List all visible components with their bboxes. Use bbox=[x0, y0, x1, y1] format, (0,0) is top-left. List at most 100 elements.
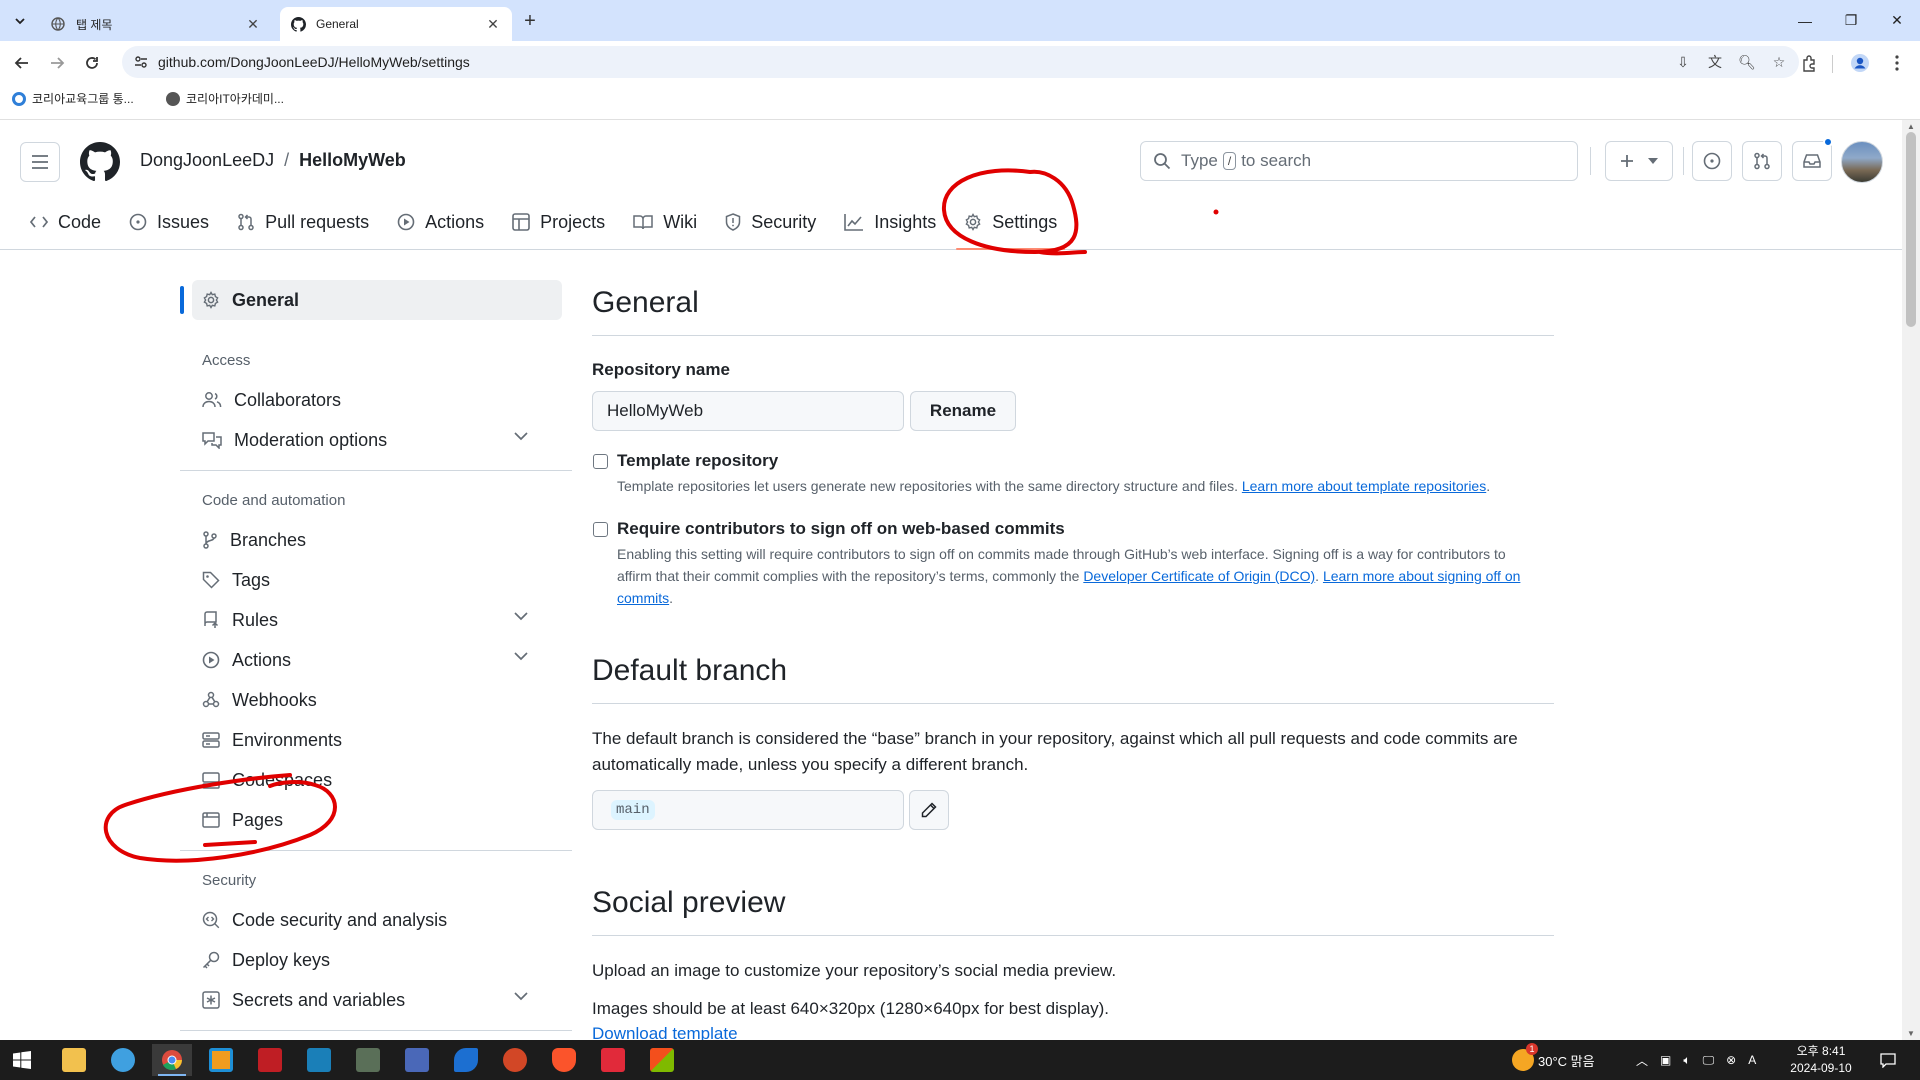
tab-wiki[interactable]: Wiki bbox=[621, 202, 709, 242]
site-info-icon[interactable] bbox=[130, 51, 152, 73]
translate-icon[interactable]: 文 bbox=[1705, 52, 1725, 72]
sidebar-item-moderation-options[interactable]: Moderation options bbox=[192, 420, 562, 460]
sidebar-item-secrets-variables[interactable]: Secrets and variables bbox=[192, 980, 562, 1020]
repo-name-link[interactable]: HelloMyWeb bbox=[299, 150, 406, 171]
sidebar-item-environments[interactable]: Environments bbox=[192, 720, 562, 760]
app-icon-orange[interactable] bbox=[201, 1044, 241, 1076]
app-icon-network[interactable] bbox=[397, 1044, 437, 1076]
weather-badge: 1 bbox=[1526, 1043, 1538, 1055]
tray-close-circle-icon[interactable]: ⊗ bbox=[1726, 1053, 1736, 1067]
repo-owner-link[interactable]: DongJoonLeeDJ bbox=[140, 150, 274, 171]
profile-icon[interactable] bbox=[1848, 51, 1872, 75]
taskbar-clock[interactable]: 오후 8:41 2024-09-10 bbox=[1786, 1043, 1856, 1077]
address-bar[interactable]: github.com/DongJoonLeeDJ/HelloMyWeb/sett… bbox=[122, 46, 1799, 78]
app-icon-teal[interactable] bbox=[299, 1044, 339, 1076]
pull-requests-button[interactable] bbox=[1742, 141, 1782, 181]
close-tab-icon[interactable]: ✕ bbox=[244, 15, 262, 33]
sidebar-item-webhooks[interactable]: Webhooks bbox=[192, 680, 562, 720]
sidebar-item-label: Codespaces bbox=[232, 769, 333, 790]
app-icon-image[interactable] bbox=[348, 1044, 388, 1076]
brave-icon[interactable] bbox=[544, 1044, 584, 1076]
sidebar-item-actions[interactable]: Actions bbox=[192, 640, 562, 680]
github-icon bbox=[290, 16, 306, 32]
extensions-icon[interactable] bbox=[1797, 51, 1821, 75]
issues-button[interactable] bbox=[1692, 141, 1732, 181]
tag-icon bbox=[202, 571, 220, 589]
tray-device-icon[interactable]: ▣ bbox=[1660, 1053, 1671, 1067]
bookmark-star-icon[interactable]: ☆ bbox=[1769, 52, 1789, 72]
browser-tab-2[interactable]: General ✕ bbox=[280, 7, 512, 41]
filezilla-icon[interactable] bbox=[250, 1044, 290, 1076]
tab-settings[interactable]: Settings bbox=[952, 202, 1069, 250]
browser-tab-1[interactable]: 탭 제목 ✕ bbox=[40, 7, 272, 41]
close-window-button[interactable]: ✕ bbox=[1874, 0, 1920, 41]
tab-label: Pull requests bbox=[265, 211, 370, 232]
chrome-icon[interactable] bbox=[152, 1044, 192, 1076]
inbox-button[interactable] bbox=[1792, 141, 1832, 181]
template-repo-title: Template repository bbox=[617, 451, 779, 470]
scroll-up-icon[interactable]: ▲ bbox=[1907, 122, 1915, 131]
start-button[interactable] bbox=[2, 1044, 42, 1076]
sidebar-item-label: Rules bbox=[232, 609, 279, 630]
signoff-checkbox[interactable] bbox=[593, 522, 608, 537]
network-icon[interactable]: 🖵 bbox=[1703, 1053, 1715, 1068]
tab-insights[interactable]: Insights bbox=[832, 202, 948, 242]
back-button[interactable] bbox=[9, 50, 35, 76]
tab-issues[interactable]: Issues bbox=[117, 202, 221, 242]
sidebar-item-general[interactable]: General bbox=[192, 280, 562, 320]
minimize-button[interactable]: — bbox=[1782, 0, 1828, 41]
sidebar-item-codespaces[interactable]: Codespaces bbox=[192, 760, 562, 800]
app-icon-blue-bird[interactable] bbox=[103, 1044, 143, 1076]
tab-code[interactable]: Code bbox=[18, 202, 113, 242]
file-explorer-icon[interactable] bbox=[54, 1044, 94, 1076]
tab-security[interactable]: Security bbox=[713, 202, 828, 242]
install-app-icon[interactable]: ⇩ bbox=[1673, 52, 1693, 72]
tray-chevron-up-icon[interactable]: ︿ bbox=[1636, 1052, 1648, 1069]
sidebar-item-rules[interactable]: Rules bbox=[192, 600, 562, 640]
sidebar-item-branches[interactable]: Branches bbox=[192, 520, 562, 560]
tab-actions[interactable]: Actions bbox=[385, 202, 496, 242]
dco-link[interactable]: Developer Certificate of Origin (DCO) bbox=[1083, 568, 1315, 584]
sidebar-item-deploy-keys[interactable]: Deploy keys bbox=[192, 940, 562, 980]
ime-indicator[interactable]: A bbox=[1748, 1053, 1756, 1067]
github-logo[interactable] bbox=[80, 142, 120, 182]
app-icon-edge-blue[interactable] bbox=[446, 1044, 486, 1076]
weather-widget[interactable]: 1 30°C 맑음 bbox=[1512, 1040, 1595, 1080]
template-learn-more-link[interactable]: Learn more about template repositories bbox=[1242, 478, 1486, 494]
app-icon-red-doc[interactable] bbox=[593, 1044, 633, 1076]
zoom-icon[interactable]: 🔍︎ bbox=[1737, 52, 1757, 72]
template-repo-checkbox[interactable] bbox=[593, 454, 608, 469]
edit-branch-button[interactable] bbox=[909, 790, 949, 830]
bookmark-favicon bbox=[12, 91, 26, 106]
bookmark-item[interactable]: 코리아IT아카데미... bbox=[166, 90, 284, 107]
tab-pull-requests[interactable]: Pull requests bbox=[225, 202, 381, 242]
forward-button[interactable] bbox=[44, 50, 70, 76]
globe-icon bbox=[166, 91, 180, 106]
create-new-button[interactable] bbox=[1605, 141, 1673, 181]
volume-icon[interactable]: 🔈︎ bbox=[1683, 1053, 1690, 1068]
app-icon-multicolor[interactable] bbox=[642, 1044, 682, 1076]
bookmark-item[interactable]: 코리아교육그룹 통... bbox=[12, 90, 134, 107]
hamburger-menu-button[interactable] bbox=[20, 142, 60, 182]
new-tab-button[interactable]: + bbox=[519, 11, 541, 33]
reload-button[interactable] bbox=[79, 50, 105, 76]
notification-center-icon[interactable] bbox=[1868, 1044, 1908, 1076]
scroll-down-icon[interactable]: ▼ bbox=[1907, 1029, 1915, 1038]
avatar[interactable] bbox=[1841, 141, 1883, 183]
signoff-title: Require contributors to sign off on web-… bbox=[617, 519, 1065, 538]
tab-search-button[interactable] bbox=[8, 9, 32, 33]
repo-name-input[interactable]: HelloMyWeb bbox=[592, 391, 904, 431]
close-tab-icon[interactable]: ✕ bbox=[484, 15, 502, 33]
restore-button[interactable]: ❐ bbox=[1828, 0, 1874, 41]
kebab-menu-icon[interactable] bbox=[1885, 51, 1909, 75]
page-scrollbar[interactable]: ▲ ▼ bbox=[1902, 120, 1920, 1040]
sidebar-item-collaborators[interactable]: Collaborators bbox=[192, 380, 562, 420]
sidebar-item-pages[interactable]: Pages bbox=[192, 800, 562, 840]
tab-projects[interactable]: Projects bbox=[500, 202, 617, 242]
scrollbar-thumb[interactable] bbox=[1906, 132, 1916, 327]
powerpoint-icon[interactable] bbox=[495, 1044, 535, 1076]
sidebar-item-tags[interactable]: Tags bbox=[192, 560, 562, 600]
sidebar-item-code-security[interactable]: Code security and analysis bbox=[192, 900, 562, 940]
rename-button[interactable]: Rename bbox=[910, 391, 1016, 431]
search-input[interactable]: Type / to search bbox=[1140, 141, 1578, 181]
